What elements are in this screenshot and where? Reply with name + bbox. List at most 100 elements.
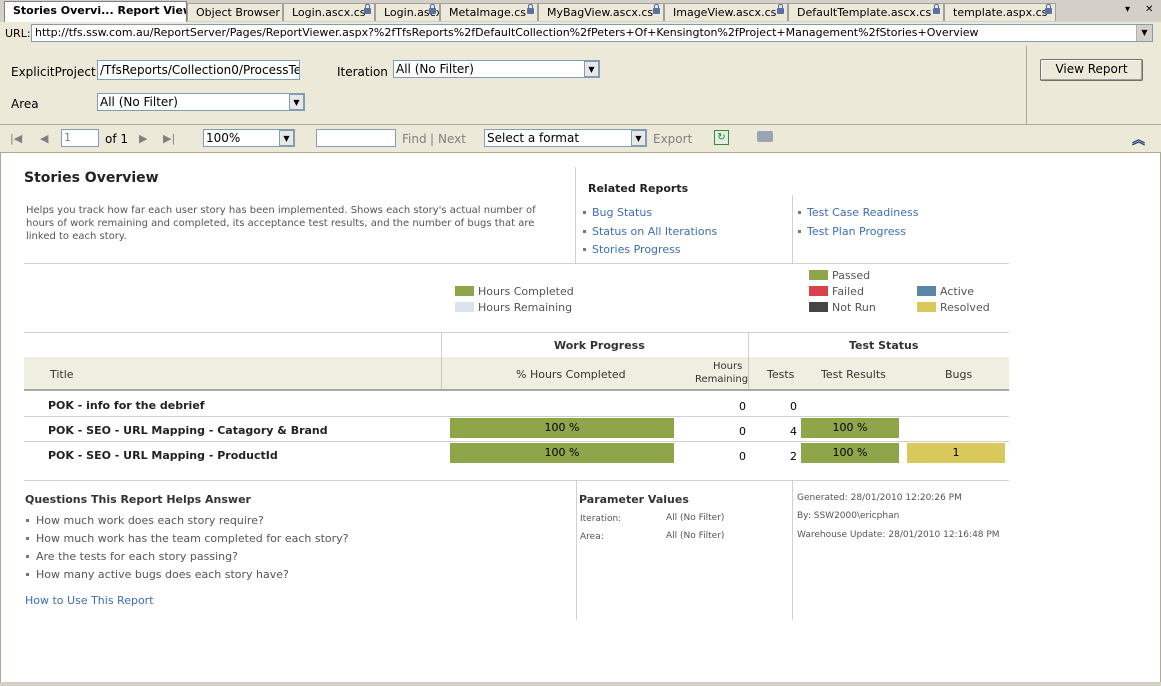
lock-icon <box>933 4 940 14</box>
param-name: Iteration: <box>580 514 622 524</box>
refresh-icon[interactable]: ↻ <box>714 130 729 145</box>
url-value: http://tfs.ssw.com.au/ReportServer/Pages… <box>35 26 979 39</box>
iteration-label: Iteration <box>337 65 388 79</box>
test-plan-progress-link[interactable]: Test Plan Progress <box>807 225 906 238</box>
divider <box>575 167 576 264</box>
area-select[interactable]: All (No Filter) ▼ <box>97 93 305 111</box>
divider <box>792 195 793 264</box>
tab-template-aspx-cs[interactable]: template.aspx.cs <box>944 3 1056 21</box>
story-title: POK - SEO - URL Mapping - Catagory & Bra… <box>48 424 328 437</box>
tab-list-dropdown-icon[interactable]: ▾ <box>1125 4 1130 15</box>
iteration-select[interactable]: All (No Filter) ▼ <box>393 60 600 78</box>
failed-label: Failed <box>832 285 864 298</box>
active-swatch <box>917 286 936 296</box>
lock-icon <box>527 4 534 14</box>
iteration-value: All (No Filter) <box>396 62 474 76</box>
chevron-down-icon[interactable]: ▼ <box>584 61 599 77</box>
tab-mybagview-ascx-cs[interactable]: MyBagView.ascx.cs <box>538 3 664 21</box>
report-title: Stories Overview <box>24 170 159 186</box>
report-toolbar: |◀ ◀ 1 of 1 ▶ ▶| 100% ▼ Find | Next Selec… <box>0 125 1161 153</box>
report-body: Stories Overview Helps you track how far… <box>0 153 1161 682</box>
view-report-button[interactable]: View Report <box>1040 59 1143 81</box>
param-value: All (No Filter) <box>666 531 725 541</box>
tab-label: Stories Overvi... Report Viewer <box>13 4 187 17</box>
tab-defaulttemplate-ascx-cs[interactable]: DefaultTemplate.ascx.cs <box>788 3 944 21</box>
divider <box>441 357 442 390</box>
story-title: POK - info for the debrief <box>48 399 205 412</box>
param-value: All (No Filter) <box>666 513 725 523</box>
tab-imageview-ascx-cs[interactable]: ImageView.ascx.cs <box>664 3 788 21</box>
divider <box>24 480 1009 481</box>
test-results-passed-bar: 100 % <box>801 443 899 463</box>
chevron-down-icon[interactable]: ▼ <box>279 130 294 146</box>
tab-login-ascx[interactable]: Login.ascx <box>375 3 440 21</box>
find-next-link[interactable]: Next <box>438 132 466 146</box>
work-progress-header: Work Progress <box>554 339 645 352</box>
find-link[interactable]: Find <box>402 132 427 146</box>
find-input[interactable] <box>316 129 396 147</box>
chevron-down-icon[interactable]: ▼ <box>631 130 646 146</box>
resolved-swatch <box>917 302 936 312</box>
failed-swatch <box>809 286 828 296</box>
area-value: All (No Filter) <box>100 95 178 109</box>
list-item: How much work does each story require? <box>36 514 264 527</box>
first-page-icon[interactable]: |◀ <box>10 132 22 145</box>
bullet <box>798 230 801 233</box>
stories-progress-link[interactable]: Stories Progress <box>592 243 681 256</box>
pct-hours-column-header: % Hours Completed <box>516 368 626 381</box>
tab-metaimage-cs[interactable]: MetaImage.cs <box>440 3 538 21</box>
tab-login-ascx-cs[interactable]: Login.ascx.cs <box>283 3 375 21</box>
resolved-bugs-bar: 1 <box>907 443 1005 463</box>
lock-icon <box>1045 4 1052 14</box>
zoom-select[interactable]: 100% ▼ <box>203 129 295 147</box>
page-number-input[interactable]: 1 <box>61 129 99 147</box>
bullet <box>583 248 586 251</box>
explicit-project-input[interactable]: /TfsReports/Collection0/ProcessTe <box>97 60 300 80</box>
how-to-use-link[interactable]: How to Use This Report <box>25 594 154 607</box>
resolved-label: Resolved <box>940 301 990 314</box>
tests-value: 0 <box>790 400 797 413</box>
collapse-parameters-icon[interactable]: ︽ <box>1132 129 1145 148</box>
page-count: of 1 <box>105 132 129 146</box>
chevron-down-icon[interactable]: ▼ <box>1136 25 1152 41</box>
divider <box>24 441 1009 442</box>
tests-value: 2 <box>790 450 797 463</box>
tab-object-browser[interactable]: Object Browser <box>187 3 283 21</box>
export-link[interactable]: Export <box>653 132 692 146</box>
passed-label: Passed <box>832 269 871 282</box>
previous-page-icon[interactable]: ◀ <box>40 132 48 145</box>
export-format-select[interactable]: Select a format ▼ <box>484 129 647 147</box>
zoom-value: 100% <box>206 131 241 145</box>
document-tab-strip: Stories Overvi... Report Viewer Object B… <box>0 0 1161 23</box>
lock-icon <box>429 4 436 14</box>
bug-status-link[interactable]: Bug Status <box>592 206 652 219</box>
tab-label: template.aspx.cs <box>953 6 1048 19</box>
last-page-icon[interactable]: ▶| <box>163 132 175 145</box>
passed-swatch <box>809 270 828 280</box>
test-results-column-header: Test Results <box>821 368 886 381</box>
divider <box>24 263 1009 264</box>
list-item: How much work has the team completed for… <box>36 532 349 545</box>
hours-remaining-column-header-1: Hours <box>713 361 743 372</box>
url-input[interactable]: http://tfs.ssw.com.au/ReportServer/Pages… <box>31 24 1153 42</box>
next-page-icon[interactable]: ▶ <box>139 132 147 145</box>
divider <box>24 416 1009 417</box>
tab-label: Object Browser <box>196 6 280 19</box>
hours-remaining-value: 0 <box>739 450 746 463</box>
bullet <box>583 230 586 233</box>
chevron-down-icon[interactable]: ▼ <box>289 94 304 110</box>
divider <box>24 332 1009 333</box>
print-icon[interactable] <box>757 131 773 142</box>
list-item: Are the tests for each story passing? <box>36 550 238 563</box>
view-report-panel: View Report <box>1026 46 1161 124</box>
close-icon[interactable]: ✕ <box>1145 4 1153 15</box>
test-case-readiness-link[interactable]: Test Case Readiness <box>807 206 918 219</box>
bullet <box>583 211 586 214</box>
test-status-header: Test Status <box>849 339 919 352</box>
status-on-all-iterations-link[interactable]: Status on All Iterations <box>592 225 717 238</box>
tab-stories-overview[interactable]: Stories Overvi... Report Viewer <box>4 1 187 22</box>
export-format-value: Select a format <box>487 131 580 145</box>
tests-value: 4 <box>790 425 797 438</box>
page-number-value: 1 <box>64 131 71 144</box>
bugs-column-header: Bugs <box>945 368 973 381</box>
